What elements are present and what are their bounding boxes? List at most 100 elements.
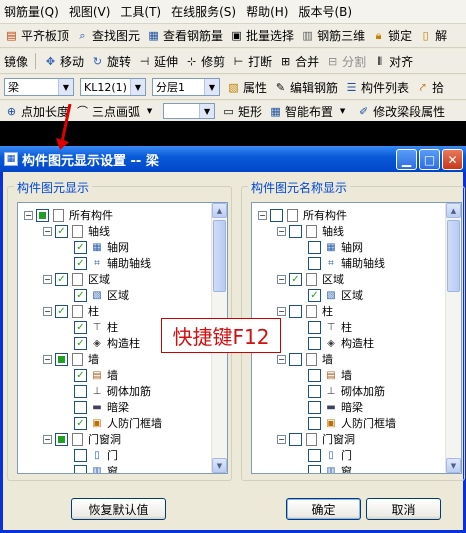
tree-checkbox[interactable] [308, 320, 321, 334]
tree-item[interactable]: ✓ ▧ 区域 [308, 287, 363, 303]
menu-view[interactable]: 视图(V) [69, 3, 111, 20]
tree-item[interactable]: − ✓ 柱 [43, 303, 99, 319]
cancel-button[interactable]: 取消 [366, 498, 441, 520]
tree-item[interactable]: ✓ ▣ 人防门框墙 [74, 415, 162, 431]
tree-item[interactable]: ⊥ 砌体加筋 [308, 383, 385, 399]
tree-item[interactable]: ⊤ 柱 [308, 319, 352, 335]
tree-checkbox[interactable]: ✓ [74, 416, 87, 430]
three-point-arc-button[interactable]: ⌒ 三点画弧 ▼ [75, 103, 157, 120]
collapse-icon[interactable]: − [277, 274, 286, 284]
tree-item[interactable]: − 门窗洞 [277, 431, 355, 447]
trim-button[interactable]: ⊹ 修剪 [184, 53, 225, 70]
tree-item[interactable]: − 墙 [43, 351, 99, 367]
scroll-down-icon[interactable]: ▼ [212, 458, 227, 473]
scroll-up-icon[interactable]: ▲ [212, 203, 227, 218]
tree-item[interactable]: − 轴线 [277, 223, 344, 239]
component-name-select[interactable]: KL12(1) ▼ [80, 78, 146, 96]
tree-checkbox[interactable]: ✓ [74, 336, 87, 350]
tree-checkbox[interactable]: ✓ [289, 272, 302, 286]
tree-item[interactable]: ⌗ 辅助轴线 [308, 255, 385, 271]
tree-item[interactable]: ▯ 门 [74, 447, 118, 463]
collapse-icon[interactable]: − [277, 434, 286, 444]
menu-help[interactable]: 帮助(H) [246, 3, 288, 20]
tree-item[interactable]: ▥ 窗 [74, 463, 118, 473]
tree-checkbox[interactable] [308, 240, 321, 254]
break-button[interactable]: ⊢ 打断 [231, 53, 272, 70]
merge-button[interactable]: ⊞ 合并 [278, 53, 319, 70]
tree-item[interactable]: − ✓ 区域 [43, 271, 110, 287]
tree-item[interactable]: − 所有构件 [258, 207, 347, 223]
tree-checkbox[interactable] [36, 208, 49, 222]
extend-button[interactable]: ⊣ 延伸 [137, 53, 178, 70]
right-tree-scrollbar[interactable]: ▲ ▼ [445, 203, 461, 473]
tree-checkbox[interactable] [308, 416, 321, 430]
tree-item[interactable]: − ✓ 区域 [277, 271, 344, 287]
tree-item[interactable]: ✓ ▧ 区域 [74, 287, 129, 303]
tree-checkbox[interactable] [308, 448, 321, 462]
tree-checkbox[interactable] [308, 368, 321, 382]
tree-item[interactable]: ✓ ▤ 墙 [74, 367, 118, 383]
layer-select[interactable]: 分层1 ▼ [152, 78, 220, 96]
view-rebar-quantity-button[interactable]: ▦ 查看钢筋量 [146, 27, 223, 44]
tree-checkbox[interactable]: ✓ [74, 320, 87, 334]
tree-checkbox[interactable] [308, 400, 321, 414]
mirror-button[interactable]: 镜像 [4, 53, 28, 70]
tree-checkbox[interactable] [308, 464, 321, 473]
tree-checkbox[interactable] [289, 304, 302, 318]
unlock-button[interactable]: ▯ 解 [418, 27, 448, 44]
modify-beam-segment-button[interactable]: ✐ 修改梁段属性 [356, 103, 445, 120]
tree-checkbox[interactable] [74, 384, 87, 398]
align-button[interactable]: ⫴ 对齐 [372, 53, 413, 70]
pick-button[interactable]: ⤤ 拾 [415, 79, 444, 96]
tree-item[interactable]: ✓ ⊤ 柱 [74, 319, 118, 335]
collapse-icon[interactable]: − [43, 434, 52, 444]
tree-checkbox[interactable]: ✓ [55, 224, 68, 238]
rotate-button[interactable]: ↻ 旋转 [90, 53, 131, 70]
collapse-icon[interactable]: − [43, 274, 52, 284]
menu-version[interactable]: 版本号(B) [298, 3, 352, 20]
scrollbar-thumb[interactable] [447, 220, 460, 292]
collapse-icon[interactable]: − [277, 354, 286, 364]
tree-checkbox[interactable] [74, 464, 87, 473]
collapse-icon[interactable]: − [43, 226, 52, 236]
tree-checkbox[interactable]: ✓ [74, 288, 87, 302]
scrollbar-thumb[interactable] [213, 220, 226, 292]
tree-checkbox[interactable] [55, 352, 68, 366]
tree-item[interactable]: ▬ 暗梁 [74, 399, 129, 415]
tree-item[interactable]: − 门窗洞 [43, 431, 121, 447]
collapse-icon[interactable]: − [43, 354, 52, 364]
scroll-down-icon[interactable]: ▼ [446, 458, 461, 473]
tree-checkbox[interactable]: ✓ [308, 288, 321, 302]
element-name-display-tree[interactable]: ▥ 窗 ▯ 门 − 门窗洞 ▣ 人防门框墙 ▬ 暗梁 ⊥ 砌体加筋 ▤ 墙 − 墙 ◈ 构造柱 ⊤ 柱 − 柱 ✓ ▧ 区域 − ✓… [251, 202, 462, 474]
ok-button[interactable]: 确定 [286, 498, 361, 520]
tree-item[interactable]: ✓ ◈ 构造柱 [74, 335, 140, 351]
tree-item[interactable]: ▯ 门 [308, 447, 352, 463]
minimize-button[interactable]: ▁ [396, 149, 417, 170]
arc-mode-select[interactable]: ▼ [163, 103, 216, 119]
tree-checkbox[interactable] [55, 432, 68, 446]
menu-online-service[interactable]: 在线服务(S) [171, 3, 236, 20]
tree-checkbox[interactable] [289, 224, 302, 238]
collapse-icon[interactable]: − [277, 306, 286, 316]
batch-select-button[interactable]: ▣ 批量选择 [229, 27, 294, 44]
find-element-button[interactable]: ⌕ 查找图元 [75, 27, 140, 44]
split-button[interactable]: ⊟ 分割 [325, 53, 366, 70]
collapse-icon[interactable]: − [277, 226, 286, 236]
tree-item[interactable]: − ✓ 轴线 [43, 223, 110, 239]
tree-checkbox[interactable] [74, 400, 87, 414]
tree-checkbox[interactable] [289, 432, 302, 446]
move-button[interactable]: ✥ 移动 [43, 53, 84, 70]
tree-checkbox[interactable]: ✓ [55, 272, 68, 286]
edit-rebar-button[interactable]: ✎ 编辑钢筋 [273, 79, 338, 96]
tree-checkbox[interactable] [308, 384, 321, 398]
align-slab-button[interactable]: ▤ 平齐板顶 [4, 27, 69, 44]
rebar-3d-button[interactable]: ▥ 钢筋三维 [300, 27, 365, 44]
tree-item[interactable]: − 柱 [277, 303, 333, 319]
tree-checkbox[interactable]: ✓ [74, 240, 87, 254]
tree-item[interactable]: ▬ 暗梁 [308, 399, 363, 415]
properties-button[interactable]: ▧ 属性 [226, 79, 267, 96]
tree-item[interactable]: ⊥ 砌体加筋 [74, 383, 151, 399]
component-type-select[interactable]: 梁 ▼ [4, 78, 74, 96]
tree-item[interactable]: ▥ 窗 [308, 463, 352, 473]
collapse-icon[interactable]: − [24, 210, 33, 220]
